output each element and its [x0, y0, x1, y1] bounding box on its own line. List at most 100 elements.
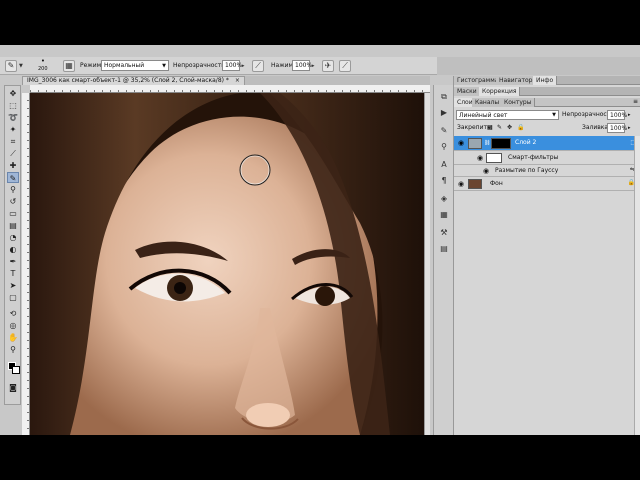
opacity-input[interactable]: 100% — [222, 60, 242, 71]
hand-tool-icon[interactable]: ✋ — [7, 332, 19, 343]
lock-position-icon[interactable]: ✥ — [507, 122, 512, 134]
move-tool-icon[interactable]: ✥ — [7, 88, 19, 99]
healing-tool-icon[interactable]: ✚ — [7, 160, 19, 171]
layer-row-sloy2[interactable]: ◉ ⛓ Слой 2 ⬚ — [454, 136, 640, 151]
brushes-panel-icon[interactable]: ✎ — [438, 125, 450, 136]
adjustments-tab-row: Маски Коррекция — [454, 87, 640, 96]
letterbox-bottom — [0, 435, 640, 480]
tab-info[interactable]: Инфо — [533, 76, 558, 85]
lock-icon[interactable]: 🔒 — [517, 122, 524, 134]
tab-adjustments[interactable]: Коррекция — [479, 87, 521, 96]
blur-tool-icon[interactable]: ◔ — [7, 232, 19, 243]
actions-panel-icon[interactable]: ▶ — [438, 107, 450, 118]
eye-icon[interactable]: ◉ — [457, 139, 465, 147]
blend-mode-value: Линейный свет — [459, 112, 508, 119]
options-bar: ✎ ▼ • 200 ▦ Режим: Нормальный ▼ Непрозра… — [0, 57, 640, 75]
lock-row: Закрепить: ▦ ✎ ✥ 🔒 Заливка: 100% ▸ — [454, 122, 640, 134]
info-tab-row: Гистограмма Навигатор Инфо — [454, 76, 640, 85]
3d-orbit-tool-icon[interactable]: ◎ — [7, 320, 19, 331]
shape-tool-icon[interactable]: ▢ — [7, 292, 19, 303]
flow-input[interactable]: 100% — [292, 60, 312, 71]
tab-paths[interactable]: Контуры — [501, 98, 536, 107]
link-icon[interactable]: ⛓ — [484, 140, 490, 146]
panel-dock: Гистограмма Навигатор Инфо Маски Коррекц… — [453, 76, 640, 435]
layer-row-smart-filters[interactable]: ◉ Смарт-фильтры — [454, 151, 640, 165]
clone-source-panel-icon[interactable]: ⚲ — [438, 141, 450, 152]
clone-stamp-tool-icon[interactable]: ⚲ — [7, 184, 19, 195]
layer-row-gaussian-blur[interactable]: ◉ Размытие по Гауссу ⇋ — [454, 165, 640, 177]
horizontal-ruler — [30, 85, 430, 93]
layer-thumbnail — [468, 138, 482, 149]
history-panel-icon[interactable]: ⧉ — [438, 91, 450, 102]
vertical-scrollbar[interactable] — [424, 93, 430, 435]
brush-tool-icon[interactable]: ✎ — [7, 172, 19, 183]
tab-masks[interactable]: Маски — [454, 87, 481, 96]
background-color-swatch[interactable] — [12, 366, 20, 374]
tab-channels[interactable]: Каналы — [472, 98, 504, 107]
mode-select[interactable]: Нормальный ▼ — [101, 60, 169, 71]
animation-panel-icon[interactable]: ▦ — [438, 209, 450, 220]
chevron-down-icon[interactable]: ▼ — [19, 64, 24, 69]
document-tab[interactable]: IMG_3006 как смарт-объект-1 @ 35,2% (Сло… — [22, 76, 245, 85]
history-brush-tool-icon[interactable]: ↺ — [7, 196, 19, 207]
brush-size: 200 — [38, 66, 48, 72]
eye-icon[interactable]: ◉ — [476, 154, 484, 162]
chevron-down-icon: ▼ — [552, 112, 556, 118]
paragraph-panel-icon[interactable]: ¶ — [438, 175, 450, 186]
layer-mask-thumbnail[interactable] — [491, 138, 511, 149]
document-tabbar: IMG_3006 как смарт-объект-1 @ 35,2% (Сло… — [22, 76, 430, 85]
chevron-right-icon[interactable]: ▸ — [242, 64, 247, 69]
brush-panel-icon[interactable]: ▦ — [63, 60, 75, 72]
brush-preset-icon[interactable]: ✎ — [5, 60, 17, 72]
layer-opacity-input[interactable]: 100% — [607, 110, 627, 120]
letterbox-top — [0, 0, 640, 45]
zoom-tool-icon[interactable]: ⚲ — [7, 344, 19, 355]
eye-icon[interactable]: ◉ — [457, 180, 465, 188]
dodge-tool-icon[interactable]: ◐ — [7, 244, 19, 255]
layer-name: Фон — [490, 180, 503, 187]
eraser-tool-icon[interactable]: ▭ — [7, 208, 19, 219]
3d-panel-icon[interactable]: ◈ — [438, 193, 450, 204]
chevron-down-icon: ▼ — [162, 63, 166, 69]
pressure-size-icon[interactable]: ⟋ — [339, 60, 351, 72]
chevron-right-icon[interactable]: ▸ — [628, 109, 631, 121]
mode-value: Нормальный — [104, 62, 145, 69]
tab-navigator[interactable]: Навигатор — [496, 76, 537, 85]
eyedropper-tool-icon[interactable]: ⟋ — [7, 148, 19, 159]
document-canvas[interactable] — [30, 93, 430, 435]
gradient-tool-icon[interactable]: ▤ — [7, 220, 19, 231]
airbrush-icon[interactable]: ✈ — [322, 60, 334, 72]
pressure-opacity-icon[interactable]: ⟋ — [252, 60, 264, 72]
crop-tool-icon[interactable]: ⌗ — [7, 136, 19, 147]
layers-scrollbar[interactable] — [634, 136, 640, 435]
marquee-tool-icon[interactable]: ⬚ — [7, 100, 19, 111]
layer-name: Смарт-фильтры — [508, 154, 559, 161]
layer-row-background[interactable]: ◉ Фон 🔒 — [454, 177, 640, 191]
blend-mode-select[interactable]: Линейный свет ▼ — [456, 110, 559, 120]
quick-select-tool-icon[interactable]: ✦ — [7, 124, 19, 135]
layers-tab-row: Слои Каналы Контуры ≡ — [454, 98, 640, 107]
path-select-tool-icon[interactable]: ➤ — [7, 280, 19, 291]
blend-row: Линейный свет ▼ Непрозрачность: 100% ▸ — [454, 109, 640, 121]
tool-presets-icon[interactable]: ⚒ — [438, 227, 450, 238]
chevron-right-icon[interactable]: ▸ — [628, 122, 631, 134]
character-panel-icon[interactable]: A — [438, 159, 450, 170]
lock-pixels-icon[interactable]: ✎ — [497, 122, 502, 134]
panel-menu-icon[interactable]: ≡ — [633, 98, 638, 105]
3d-rotate-tool-icon[interactable]: ⟲ — [7, 308, 19, 319]
type-tool-icon[interactable]: T — [7, 268, 19, 279]
fill-input[interactable]: 100% — [607, 123, 627, 133]
swatches-panel-icon[interactable]: ▤ — [438, 243, 450, 254]
brush-tip-icon[interactable]: • — [37, 58, 49, 65]
pen-tool-icon[interactable]: ✒ — [7, 256, 19, 267]
mode-label: Режим: — [80, 62, 104, 69]
lasso-tool-icon[interactable]: ➰ — [7, 112, 19, 123]
close-icon[interactable]: × — [235, 77, 240, 84]
fill-label: Заливка: — [582, 124, 611, 131]
panel-icon-strip: ⧉ ▶ ✎ ⚲ A ¶ ◈ ▦ ⚒ ▤ — [433, 85, 453, 435]
lock-transparent-icon[interactable]: ▦ — [487, 122, 493, 134]
eye-icon[interactable]: ◉ — [482, 167, 490, 175]
chevron-right-icon[interactable]: ▸ — [312, 64, 317, 69]
quick-mask-icon[interactable]: ◙ — [7, 382, 19, 393]
layers-empty-area — [454, 192, 640, 435]
